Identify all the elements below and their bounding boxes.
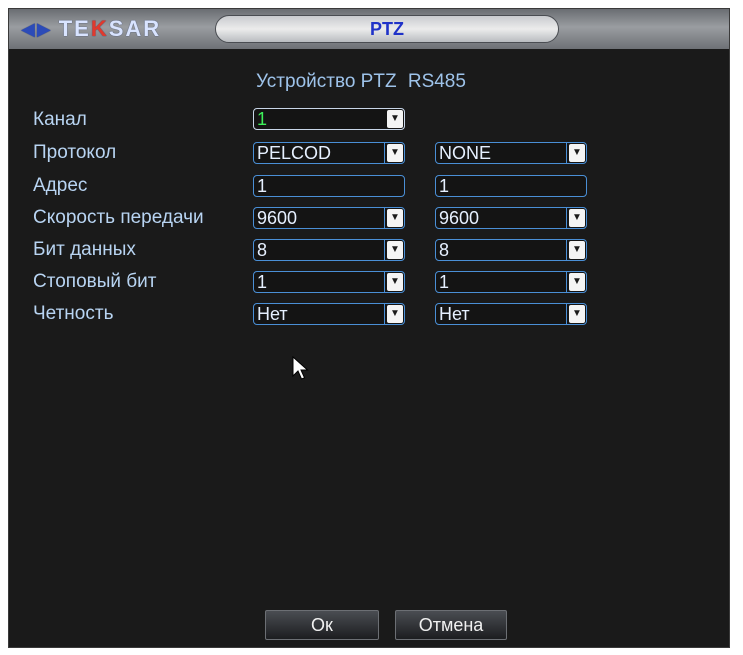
ptz-settings-window: ◀▶ TEKSAR PTZ Устройство PTZ RS485 Канал… <box>8 8 730 648</box>
chevron-down-icon[interactable]: ▼ <box>387 241 403 259</box>
label-baud-rate: Скорость передачи <box>33 207 204 228</box>
protocol-select-ptz[interactable]: PELCOD ▼ <box>253 142 405 164</box>
title-bar: ◀▶ TEKSAR PTZ <box>9 9 729 49</box>
divider <box>566 143 567 163</box>
label-address: Адрес <box>33 175 88 196</box>
cancel-button[interactable]: Отмена <box>395 610 507 640</box>
data-bits-select-rs485[interactable]: 8 ▼ <box>435 239 587 261</box>
label-data-bits: Бит данных <box>33 239 136 260</box>
data-bits-value-ptz: 8 <box>257 240 268 260</box>
protocol-value-rs485: NONE <box>439 143 492 163</box>
brand-logo: ◀▶ TEKSAR <box>21 15 161 43</box>
stop-bit-select-rs485[interactable]: 1 ▼ <box>435 271 587 293</box>
divider <box>566 240 567 260</box>
divider <box>566 304 567 324</box>
device-header: Устройство PTZ RS485 <box>256 71 466 93</box>
divider <box>566 208 567 228</box>
label-channel: Канал <box>33 109 87 130</box>
data-bits-value-rs485: 8 <box>439 240 450 260</box>
chevron-down-icon[interactable]: ▼ <box>387 209 403 227</box>
channel-value: 1 <box>257 109 268 129</box>
chevron-down-icon[interactable]: ▼ <box>569 144 585 162</box>
label-stop-bit: Стоповый бит <box>33 271 157 292</box>
divider <box>566 272 567 292</box>
chevron-down-icon[interactable]: ▼ <box>387 305 403 323</box>
divider <box>384 240 385 260</box>
baud-rate-select-rs485[interactable]: 9600 ▼ <box>435 207 587 229</box>
stop-bit-value-ptz: 1 <box>257 272 268 292</box>
address-input-ptz[interactable]: 1 <box>253 175 405 197</box>
window-title: PTZ <box>215 15 559 43</box>
divider <box>384 143 385 163</box>
data-bits-select-ptz[interactable]: 8 ▼ <box>253 239 405 261</box>
baud-rate-value-rs485: 9600 <box>439 208 480 228</box>
baud-rate-select-ptz[interactable]: 9600 ▼ <box>253 207 405 229</box>
address-value-rs485: 1 <box>439 176 450 196</box>
divider <box>384 304 385 324</box>
label-protocol: Протокол <box>33 142 117 163</box>
device-label-rs485: RS485 <box>407 71 466 92</box>
chevron-down-icon[interactable]: ▼ <box>387 110 403 128</box>
stop-bit-value-rs485: 1 <box>439 272 450 292</box>
logo-arrows-icon: ◀▶ <box>21 18 53 39</box>
chevron-down-icon[interactable]: ▼ <box>569 273 585 291</box>
divider <box>384 272 385 292</box>
chevron-down-icon[interactable]: ▼ <box>569 305 585 323</box>
baud-rate-value-ptz: 9600 <box>257 208 298 228</box>
label-parity: Четность <box>33 303 114 324</box>
logo-text: TEKSAR <box>58 16 162 41</box>
mouse-pointer-icon <box>292 356 309 380</box>
protocol-select-rs485[interactable]: NONE ▼ <box>435 142 587 164</box>
channel-select[interactable]: 1 ▼ <box>253 108 405 130</box>
parity-value-ptz: Нет <box>257 304 288 324</box>
chevron-down-icon[interactable]: ▼ <box>387 144 403 162</box>
ok-button[interactable]: Ок <box>265 610 379 640</box>
parity-select-rs485[interactable]: Нет ▼ <box>435 303 587 325</box>
device-label: Устройство PTZ <box>256 71 397 92</box>
chevron-down-icon[interactable]: ▼ <box>569 241 585 259</box>
address-value-ptz: 1 <box>257 176 268 196</box>
parity-value-rs485: Нет <box>439 304 470 324</box>
address-input-rs485[interactable]: 1 <box>435 175 587 197</box>
stop-bit-select-ptz[interactable]: 1 ▼ <box>253 271 405 293</box>
protocol-value-ptz: PELCOD <box>257 143 332 163</box>
parity-select-ptz[interactable]: Нет ▼ <box>253 303 405 325</box>
divider <box>384 208 385 228</box>
chevron-down-icon[interactable]: ▼ <box>387 273 403 291</box>
chevron-down-icon[interactable]: ▼ <box>569 209 585 227</box>
